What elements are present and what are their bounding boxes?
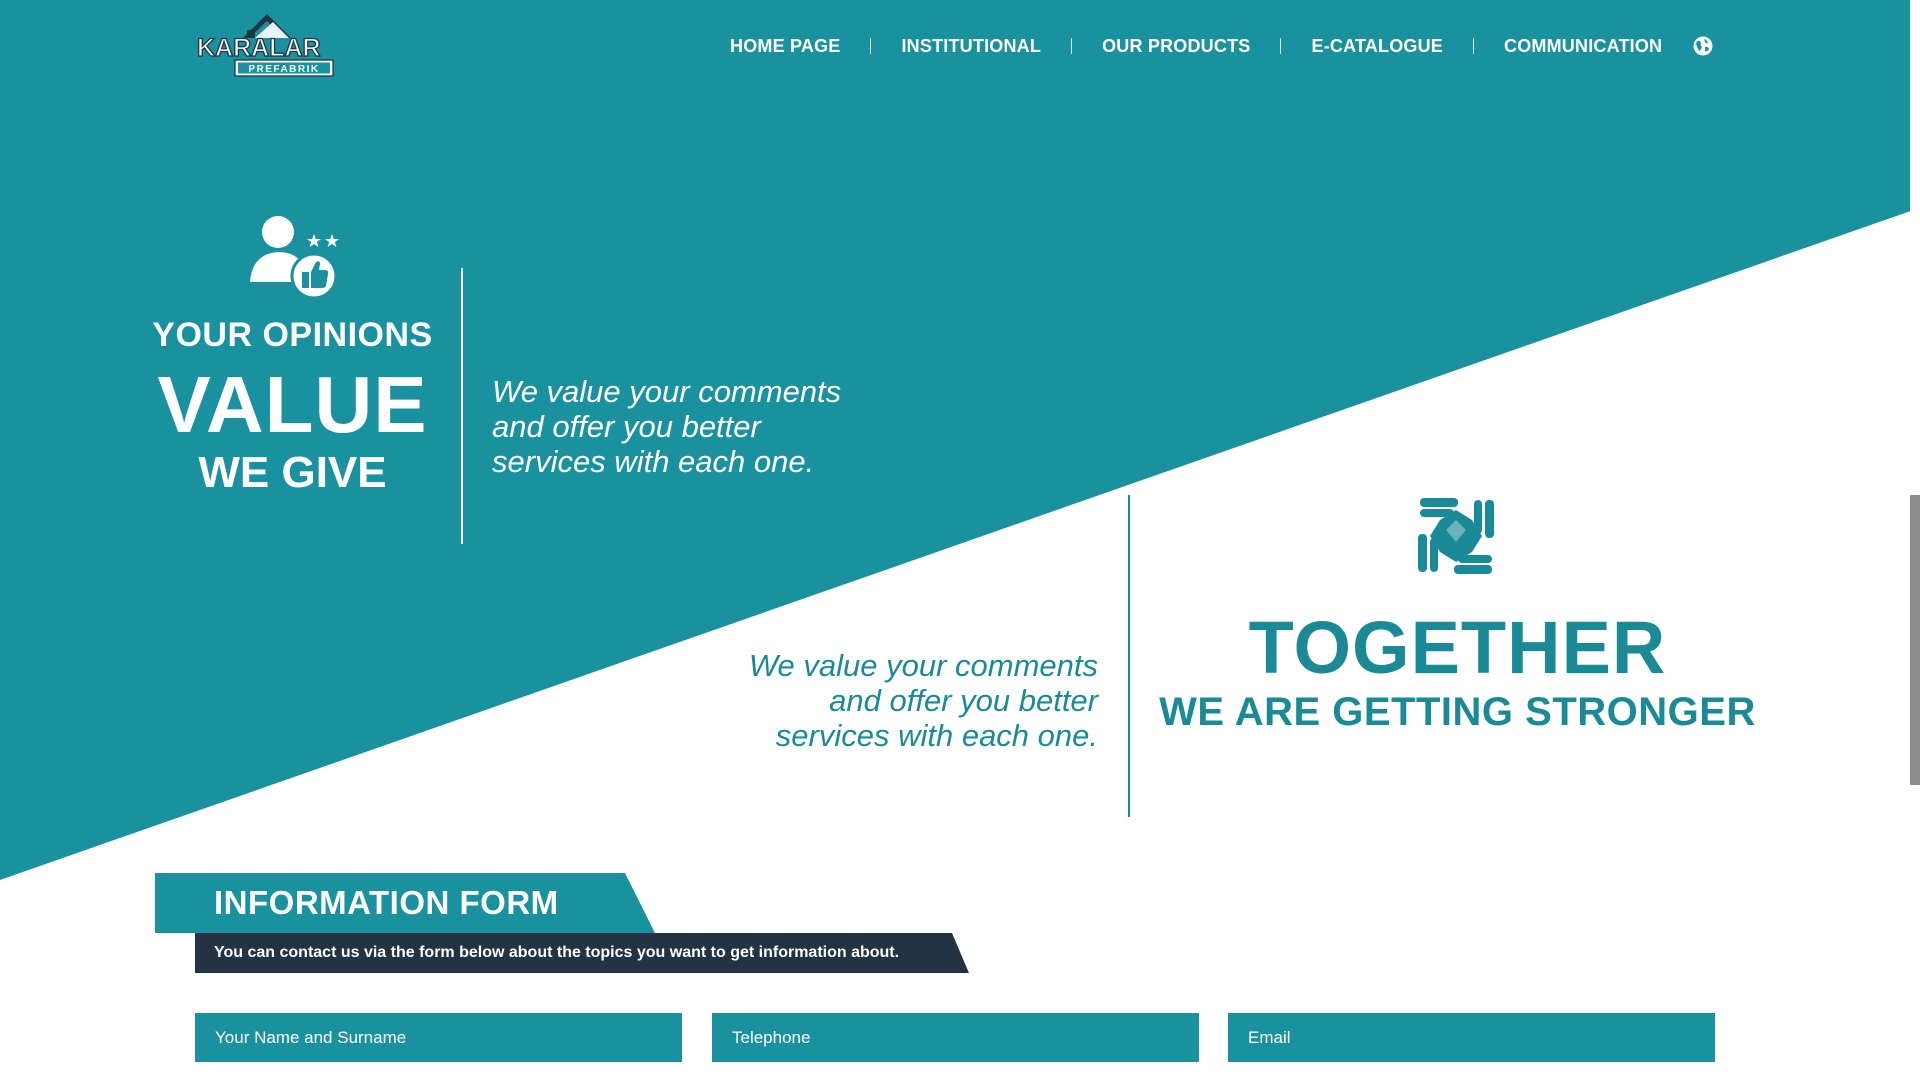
nav-e-catalogue[interactable]: E-CATALOGUE: [1281, 36, 1473, 57]
opinions-description: We value your comments and offer you bet…: [492, 374, 912, 479]
vertical-divider-right: [1128, 495, 1130, 817]
nav-our-products[interactable]: OUR PRODUCTS: [1072, 36, 1280, 57]
together-description: We value your comments and offer you bet…: [640, 648, 1098, 753]
logo-wordmark: KARALAR: [197, 34, 321, 62]
opinions-text-line: We value your comments: [492, 374, 842, 409]
together-text-line: services with each one.: [775, 718, 1098, 753]
form-subtitle: You can contact us via the form below ab…: [214, 944, 900, 961]
opinions-text-line: and offer you better: [492, 409, 761, 444]
together-text-line: and offer you better: [829, 683, 1098, 718]
page: KARALAR PREFABRIK HOME PAGE INSTITUTIONA…: [0, 0, 1920, 1080]
logo-subword: PREFABRIK: [248, 64, 319, 75]
vertical-divider-left: [461, 268, 463, 544]
nav-home-page[interactable]: HOME PAGE: [700, 36, 870, 57]
telephone-input[interactable]: [712, 1013, 1199, 1062]
name-surname-input[interactable]: [195, 1013, 682, 1062]
together-subheading: WE ARE GETTING STRONGER: [1159, 690, 1756, 734]
karalar-prefabrik-logo[interactable]: KARALAR PREFABRIK: [195, 8, 337, 80]
opinions-text-line: services with each one.: [492, 444, 815, 479]
nav-communication[interactable]: COMMUNICATION: [1474, 36, 1692, 57]
together-text-line: We value your comments: [748, 648, 1098, 683]
email-input[interactable]: [1228, 1013, 1715, 1062]
globe-icon[interactable]: [1692, 35, 1714, 57]
nav-institutional[interactable]: INSTITUTIONAL: [871, 36, 1071, 57]
logo-graphic: KARALAR PREFABRIK: [196, 14, 334, 77]
opinions-heading-line1: YOUR OPINIONS: [152, 316, 433, 354]
page-scrollbar-thumb[interactable]: [1910, 495, 1920, 785]
together-heading: TOGETHER: [1248, 606, 1667, 689]
opinions-heading-line3: WE GIVE: [198, 448, 387, 497]
main-nav: HOME PAGE INSTITUTIONAL OUR PRODUCTS E-C…: [700, 30, 1714, 62]
form-title: INFORMATION FORM: [214, 884, 559, 921]
joined-hands-icon: [1418, 498, 1494, 574]
opinions-heading-value: VALUE: [157, 360, 428, 449]
user-thumbs-up-icon: [250, 216, 339, 298]
